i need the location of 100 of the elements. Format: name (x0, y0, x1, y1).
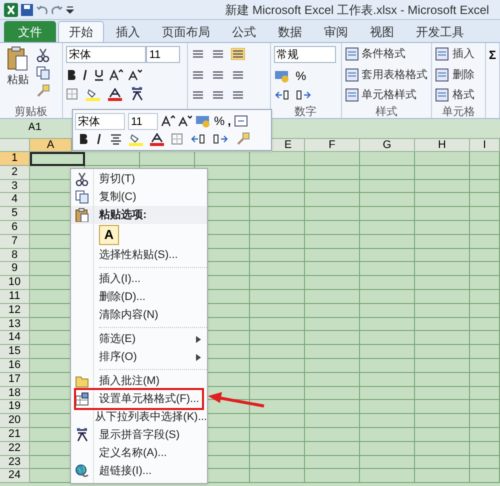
grid-cell[interactable] (360, 193, 415, 208)
menu-item[interactable]: 删除(D)... (99, 288, 207, 306)
grid-cell[interactable] (415, 386, 470, 400)
grid-cell[interactable] (415, 345, 470, 359)
grid-cell[interactable] (415, 372, 470, 387)
grid-cell[interactable] (305, 442, 360, 456)
grid-cell[interactable] (305, 234, 360, 249)
italic-icon[interactable] (95, 133, 103, 145)
grid-cell[interactable] (305, 372, 360, 387)
ribbon-button[interactable]: 单元格样式 (344, 87, 428, 104)
menu-item[interactable]: 清除内容(N) (99, 306, 207, 324)
grid-cell[interactable] (360, 152, 415, 166)
grid-cell[interactable] (360, 345, 415, 359)
increase-decimal-icon[interactable] (190, 133, 206, 145)
grid-cell[interactable] (250, 220, 305, 235)
row-header[interactable]: 15 (0, 345, 30, 359)
conditional-format-icon[interactable] (344, 47, 359, 62)
name-box[interactable]: A1 (0, 120, 70, 137)
delete-cells-icon[interactable] (435, 68, 450, 82)
grid-cell[interactable] (415, 180, 470, 194)
ribbon-tab[interactable]: 开始 (58, 21, 104, 42)
cell-styles-icon[interactable] (344, 88, 359, 102)
autosum-button[interactable]: Σ (488, 46, 496, 104)
borders-icon[interactable] (66, 88, 78, 100)
paste-option-button[interactable]: A (99, 225, 119, 245)
italic-icon[interactable] (81, 69, 90, 81)
grid-cell[interactable] (305, 318, 360, 332)
row-header[interactable]: 9 (0, 262, 30, 276)
customize-icon[interactable] (66, 4, 74, 14)
ribbon-tab[interactable]: 视图 (360, 21, 404, 42)
align-icon[interactable] (190, 68, 205, 81)
grid-cell[interactable] (470, 248, 500, 262)
grid-cell[interactable] (250, 262, 305, 276)
ribbon-tab[interactable]: 审阅 (314, 21, 358, 42)
menu-item[interactable]: 从下拉列表中选择(K)... (95, 408, 207, 426)
align-icon[interactable] (230, 68, 245, 81)
align-icon[interactable] (210, 89, 225, 102)
grid-cell[interactable] (305, 358, 360, 373)
menu-item[interactable]: 插入批注(M) (99, 372, 207, 390)
grid-cell[interactable] (250, 166, 305, 180)
align-icon[interactable] (190, 48, 205, 60)
grid-cell[interactable] (360, 456, 415, 470)
row-header[interactable]: 23 (0, 456, 30, 470)
borders-icon[interactable] (171, 133, 183, 145)
grid-cell[interactable] (415, 442, 470, 456)
grid-cell[interactable] (415, 331, 470, 346)
grid-cell[interactable] (360, 469, 415, 484)
row-header[interactable]: 8 (0, 248, 30, 262)
grid-cell[interactable] (250, 276, 305, 290)
grid-cell[interactable] (360, 166, 415, 180)
excel-logo-icon[interactable] (4, 2, 18, 16)
grid-cell[interactable] (470, 456, 500, 470)
grid-cell[interactable] (470, 290, 500, 304)
bold-icon[interactable] (78, 133, 88, 145)
copy-icon[interactable] (75, 190, 89, 204)
grid-cell[interactable] (250, 193, 305, 208)
grid-cell[interactable] (305, 166, 360, 180)
percent-button[interactable]: % (214, 112, 225, 130)
grid-cell[interactable] (250, 442, 305, 456)
font-color-icon[interactable] (108, 88, 122, 100)
clipboard-icon[interactable] (75, 208, 89, 222)
grid-cell[interactable] (250, 345, 305, 359)
grid-cell[interactable] (470, 469, 500, 484)
grid-cell[interactable] (470, 414, 500, 428)
grid-cell[interactable] (470, 166, 500, 180)
grid-cell[interactable] (360, 220, 415, 235)
menu-item[interactable]: 排序(O) (99, 348, 196, 366)
grid-cell[interactable] (360, 358, 415, 373)
grid-cell[interactable] (360, 386, 415, 400)
column-header[interactable]: H (415, 139, 470, 152)
fill-color-icon[interactable] (129, 132, 143, 146)
phonetic-icon[interactable] (130, 87, 144, 101)
grid-cell[interactable] (85, 152, 140, 166)
grid-cell[interactable] (360, 276, 415, 290)
ribbon-button[interactable]: 套用表格格式 (344, 66, 428, 83)
row-header[interactable]: 13 (0, 318, 30, 332)
grid-cell[interactable] (415, 276, 470, 290)
menu-item[interactable]: 超链接(I)... (99, 462, 207, 480)
ribbon-button[interactable]: 删除 (435, 66, 474, 83)
select-all-corner[interactable] (0, 139, 30, 152)
grid-cell[interactable] (250, 358, 305, 373)
phonetic-icon[interactable] (75, 428, 89, 442)
menu-item[interactable]: 复制(C) (99, 188, 207, 206)
save-icon[interactable] (21, 4, 33, 16)
grid-cell[interactable] (305, 414, 360, 428)
scissors-icon[interactable] (36, 48, 50, 62)
menu-item[interactable]: 插入(I)... (99, 270, 207, 288)
row-header[interactable]: 22 (0, 442, 30, 456)
grid-cell[interactable] (415, 456, 470, 470)
row-header[interactable]: 16 (0, 358, 30, 373)
column-header[interactable]: E (272, 139, 305, 152)
grid-cell[interactable] (250, 400, 305, 414)
grid-cell[interactable] (470, 442, 500, 456)
row-header[interactable]: 10 (0, 276, 30, 290)
ribbon-button[interactable]: 格式 (435, 87, 474, 104)
grid-cell[interactable] (360, 331, 415, 346)
align-icon[interactable] (210, 68, 225, 81)
font-name-field[interactable]: 宋体 (75, 112, 125, 130)
grid-cell[interactable] (360, 428, 415, 442)
grid-cell[interactable] (250, 428, 305, 442)
